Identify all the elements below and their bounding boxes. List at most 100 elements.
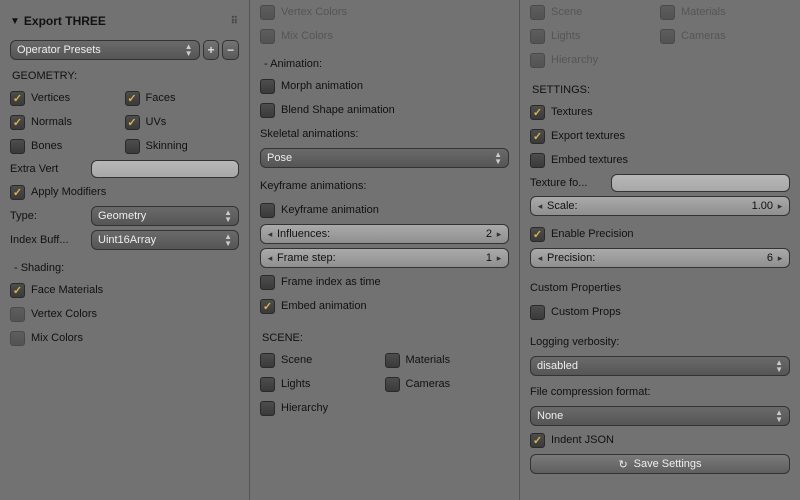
decrement-icon[interactable]: ◂ — [535, 253, 545, 264]
apply-modifiers-checkbox[interactable] — [10, 185, 25, 200]
compression-value: None — [537, 410, 563, 422]
logging-dropdown[interactable]: disabled ▲▼ — [530, 356, 790, 376]
custom-props-checkbox[interactable] — [530, 305, 545, 320]
panel-header[interactable]: ▼ Export THREE ⠿ — [10, 8, 239, 36]
scene-heading: SCENE: — [262, 332, 509, 344]
lights-checkbox[interactable] — [260, 377, 275, 392]
save-settings-button[interactable]: ↻ Save Settings — [530, 454, 790, 474]
vertex-colors-label-2: Vertex Colors — [281, 6, 347, 18]
lights-label-2: Lights — [551, 30, 580, 42]
precision-label: Precision: — [547, 252, 595, 264]
bones-checkbox[interactable] — [10, 139, 25, 154]
logging-value: disabled — [537, 360, 578, 372]
vertices-checkbox[interactable] — [10, 91, 25, 106]
faces-checkbox[interactable] — [125, 91, 140, 106]
scene-checkbox[interactable] — [260, 353, 275, 368]
framestep-label: Frame step: — [277, 252, 336, 264]
hierarchy-label-2: Hierarchy — [551, 54, 598, 66]
index-buffer-dropdown[interactable]: Uint16Array ▲▼ — [91, 230, 239, 250]
skinning-checkbox[interactable] — [125, 139, 140, 154]
frame-index-label: Frame index as time — [281, 276, 381, 288]
hierarchy-checkbox[interactable] — [260, 401, 275, 416]
vertex-colors-checkbox-2 — [260, 5, 275, 20]
hierarchy-checkbox-2 — [530, 53, 545, 68]
scale-slider[interactable]: ◂ Scale: 1.00 ▸ — [530, 196, 790, 216]
normals-label: Normals — [31, 116, 72, 128]
embed-animation-label: Embed animation — [281, 300, 367, 312]
skeletal-value: Pose — [267, 152, 292, 164]
morph-checkbox[interactable] — [260, 79, 275, 94]
uvs-checkbox[interactable] — [125, 115, 140, 130]
cameras-label: Cameras — [406, 378, 451, 390]
hierarchy-label: Hierarchy — [281, 402, 328, 414]
export-textures-checkbox[interactable] — [530, 129, 545, 144]
scale-value: 1.00 — [752, 200, 773, 212]
enable-precision-label: Enable Precision — [551, 228, 634, 240]
custom-props-label: Custom Props — [551, 306, 621, 318]
export-textures-label: Export textures — [551, 130, 625, 142]
compression-dropdown[interactable]: None ▲▼ — [530, 406, 790, 426]
skinning-label: Skinning — [146, 140, 188, 152]
increment-icon[interactable]: ▸ — [775, 201, 785, 212]
lights-label: Lights — [281, 378, 310, 390]
collapse-triangle-icon[interactable]: ▼ — [10, 16, 20, 27]
extra-vert-input[interactable] — [91, 160, 239, 178]
geometry-heading: GEOMETRY: — [12, 70, 239, 82]
logging-label: Logging verbosity: — [530, 336, 619, 348]
face-materials-checkbox[interactable] — [10, 283, 25, 298]
cameras-label-2: Cameras — [681, 30, 726, 42]
vertices-label: Vertices — [31, 92, 70, 104]
operator-presets-label: Operator Presets — [17, 44, 101, 56]
mix-colors-label: Mix Colors — [31, 332, 83, 344]
scale-label: Scale: — [547, 200, 578, 212]
texture-folder-input[interactable] — [611, 174, 790, 192]
settings-heading: SETTINGS: — [532, 84, 790, 96]
decrement-icon[interactable]: ◂ — [265, 229, 275, 240]
precision-value: 6 — [767, 252, 773, 264]
blend-checkbox[interactable] — [260, 103, 275, 118]
frame-index-checkbox[interactable] — [260, 275, 275, 290]
scene-label: Scene — [281, 354, 312, 366]
embed-animation-checkbox[interactable] — [260, 299, 275, 314]
influences-label: Influences: — [277, 228, 330, 240]
increment-icon[interactable]: ▸ — [775, 253, 785, 264]
cameras-checkbox[interactable] — [385, 377, 400, 392]
framestep-value: 1 — [486, 252, 492, 264]
shading-heading: - Shading: — [14, 262, 239, 274]
decrement-icon[interactable]: ◂ — [265, 253, 275, 264]
framestep-slider[interactable]: ◂ Frame step: 1 ▸ — [260, 248, 509, 268]
panel-title: Export THREE — [24, 14, 106, 28]
preset-add-button[interactable]: + — [203, 40, 220, 60]
influences-slider[interactable]: ◂ Influences: 2 ▸ — [260, 224, 509, 244]
operator-presets-dropdown[interactable]: Operator Presets ▲▼ — [10, 40, 200, 60]
drag-handle-icon[interactable]: ⠿ — [231, 16, 239, 27]
animation-heading: - Animation: — [264, 58, 509, 70]
indent-json-label: Indent JSON — [551, 434, 614, 446]
index-buffer-value: Uint16Array — [98, 234, 156, 246]
embed-textures-checkbox[interactable] — [530, 153, 545, 168]
keyframe-checkbox[interactable] — [260, 203, 275, 218]
enable-precision-checkbox[interactable] — [530, 227, 545, 242]
blend-label: Blend Shape animation — [281, 104, 395, 116]
skeletal-dropdown[interactable]: Pose ▲▼ — [260, 148, 509, 168]
increment-icon[interactable]: ▸ — [494, 229, 504, 240]
type-dropdown[interactable]: Geometry ▲▼ — [91, 206, 239, 226]
materials-checkbox[interactable] — [385, 353, 400, 368]
cameras-checkbox-2 — [660, 29, 675, 44]
precision-slider[interactable]: ◂ Precision: 6 ▸ — [530, 248, 790, 268]
scene-checkbox-2 — [530, 5, 545, 20]
materials-label: Materials — [406, 354, 451, 366]
preset-remove-button[interactable]: − — [222, 40, 239, 60]
face-materials-label: Face Materials — [31, 284, 103, 296]
decrement-icon[interactable]: ◂ — [535, 201, 545, 212]
refresh-icon: ↻ — [618, 458, 627, 471]
normals-checkbox[interactable] — [10, 115, 25, 130]
morph-label: Morph animation — [281, 80, 363, 92]
increment-icon[interactable]: ▸ — [494, 253, 504, 264]
dropdown-arrows-icon: ▲▼ — [185, 43, 193, 57]
materials-checkbox-2 — [660, 5, 675, 20]
save-settings-label: Save Settings — [634, 458, 702, 470]
skeletal-label: Skeletal animations: — [260, 128, 358, 140]
textures-checkbox[interactable] — [530, 105, 545, 120]
indent-json-checkbox[interactable] — [530, 433, 545, 448]
